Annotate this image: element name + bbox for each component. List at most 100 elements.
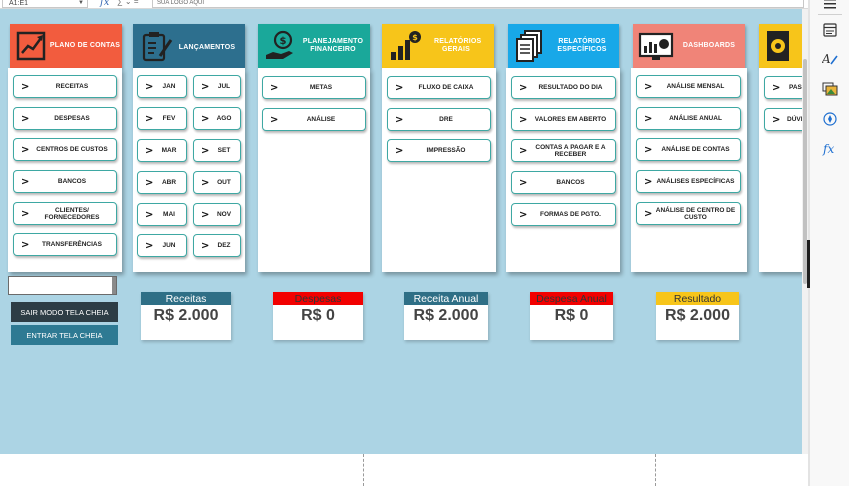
button-label: BANCOS — [57, 178, 87, 185]
button-fluxo-de-caixa[interactable]: > FLUXO DE CAIXA — [387, 76, 491, 99]
summary-value: R$ 2.000 — [413, 307, 479, 324]
month-abr-button[interactable]: > ABR — [137, 171, 187, 194]
button-bancos[interactable]: > BANCOS — [13, 170, 117, 193]
button-label: PAS — [789, 84, 802, 91]
navigator-icon[interactable] — [820, 109, 840, 129]
button-duvidas[interactable]: > DÚVI — [764, 108, 804, 131]
chevron-right-icon: > — [270, 81, 279, 93]
category-title: PLANEJAMENTO FINANCEIRO — [302, 38, 364, 53]
combo-box[interactable] — [8, 276, 117, 295]
chevron-right-icon: > — [21, 175, 30, 187]
chevron-right-icon: > — [145, 176, 154, 188]
button-label: JUL — [217, 83, 231, 90]
summary-value: R$ 2.000 — [665, 307, 730, 324]
page-break-line — [363, 454, 364, 486]
category-planejamento[interactable]: $ PLANEJAMENTO FINANCEIRO — [258, 24, 370, 68]
gallery-icon[interactable] — [820, 79, 840, 99]
category-dashboards[interactable]: DASHBOARDS — [633, 24, 745, 68]
properties-icon[interactable] — [820, 20, 840, 40]
chevron-down-icon[interactable]: ▼ — [78, 0, 84, 8]
button-contas-pagar-receber[interactable]: > CONTAS A PAGAR E A RECEBER — [511, 139, 616, 162]
month-out-button[interactable]: > OUT — [193, 171, 241, 194]
category-title: PLANO DE CONTAS — [49, 42, 121, 49]
button-resultado-do-dia[interactable]: > RESULTADO DO DIA — [511, 76, 616, 99]
summary-title: Receitas — [141, 292, 231, 305]
enter-fullscreen-button[interactable]: ENTRAR TELA CHEIA — [11, 325, 118, 345]
button-label: FEV — [162, 115, 176, 122]
exit-fullscreen-button[interactable]: SAIR MODO TELA CHEIA — [11, 302, 118, 322]
month-nov-button[interactable]: > NOV — [193, 203, 241, 226]
hand-coin-icon: $ — [266, 30, 293, 59]
button-analise-centro-de-custo[interactable]: > ANÁLISE DE CENTRO DE CUSTO — [636, 202, 741, 225]
button-label: NOV — [216, 211, 232, 218]
button-analise-de-contas[interactable]: > ANÁLISE DE CONTAS — [636, 138, 741, 161]
month-dez-button[interactable]: > DEZ — [193, 234, 241, 257]
name-box-value: A1:E1 — [9, 0, 29, 7]
autosum-icon[interactable]: ∑ ⌄ = — [117, 0, 139, 6]
function-icon[interactable]: fx — [100, 0, 109, 8]
button-bancos-especificos[interactable]: > BANCOS — [511, 171, 616, 194]
button-analise-mensal[interactable]: > ANÁLISE MENSAL — [636, 75, 741, 98]
functions-icon[interactable]: fx — [820, 139, 840, 159]
svg-text:A: A — [822, 52, 831, 66]
dropdown-handle[interactable] — [112, 277, 116, 294]
button-analise[interactable]: > ANÁLISE — [262, 108, 366, 131]
name-box[interactable]: A1:E1 ▼ — [2, 0, 88, 8]
summary-card-resultado: Resultado R$ 2.000 — [656, 292, 739, 340]
button-despesas[interactable]: > DESPESAS — [13, 107, 117, 130]
chevron-right-icon: > — [644, 207, 653, 219]
button-label: TRANSFERÊNCIAS — [42, 241, 102, 248]
button-clientes-fornecedores[interactable]: > CLIENTES/ FORNECEDORES — [13, 202, 117, 225]
category-relatorios-especificos[interactable]: RELATÓRIOS ESPECÍFICOS — [508, 24, 619, 68]
summary-title: Despesas — [273, 292, 363, 305]
summary-card-receita-anual: Receita Anual R$ 2.000 — [404, 292, 488, 340]
chevron-right-icon: > — [21, 207, 30, 219]
month-jun-button[interactable]: > JUN — [137, 234, 187, 257]
button-label: RESULTADO DO DIA — [538, 84, 603, 91]
button-formas-de-pagamento[interactable]: > FORMAS DE PGTO. — [511, 203, 616, 226]
month-fev-button[interactable]: > FEV — [137, 107, 187, 130]
month-jan-button[interactable]: > JAN — [137, 75, 187, 98]
month-mai-button[interactable]: > MAI — [137, 203, 187, 226]
styles-icon[interactable]: A — [820, 49, 840, 69]
button-label: MAR — [161, 147, 177, 154]
month-set-button[interactable]: > SET — [193, 139, 241, 162]
summary-card-despesa-anual: Despesa Anual R$ 0 — [530, 292, 613, 340]
category-relatorios-gerais[interactable]: $ RELATÓRIOS GERAIS — [382, 24, 494, 68]
svg-text:fx: fx — [822, 142, 834, 156]
button-centros-de-custos[interactable]: > CENTROS DE CUSTOS — [13, 138, 117, 161]
sheet-below — [0, 454, 808, 486]
button-analise-anual[interactable]: > ANÁLISE ANUAL — [636, 107, 741, 130]
month-mar-button[interactable]: > MAR — [137, 139, 187, 162]
button-analises-especificas[interactable]: > ANÁLISES ESPECÍFICAS — [636, 170, 741, 193]
button-impressao[interactable]: > IMPRESSÃO — [387, 139, 491, 162]
button-dre[interactable]: > DRE — [387, 108, 491, 131]
category-plano-de-contas[interactable]: PLANO DE CONTAS — [10, 24, 122, 68]
button-label: ANÁLISE ANUAL — [669, 115, 722, 122]
button-label: IMPRESSÃO — [426, 147, 466, 154]
month-ago-button[interactable]: > AGO — [193, 107, 241, 130]
button-metas[interactable]: > METAS — [262, 76, 366, 99]
chevron-right-icon: > — [395, 81, 404, 93]
category-lancamentos[interactable]: LANÇAMENTOS — [133, 24, 245, 68]
category-configuracoes[interactable] — [759, 24, 802, 68]
button-transferencias[interactable]: > TRANSFERÊNCIAS — [13, 233, 117, 256]
page-break-line — [655, 454, 656, 486]
month-jul-button[interactable]: > JUL — [193, 75, 241, 98]
formula-input[interactable]: SUA LOGO AQUI — [152, 0, 804, 8]
button-passo-a-passo[interactable]: > PAS — [764, 76, 804, 99]
button-valores-em-aberto[interactable]: > VALORES EM ABERTO — [511, 108, 616, 131]
button-label: FORMAS DE PGTO. — [540, 211, 601, 218]
chevron-right-icon: > — [21, 80, 30, 92]
summary-title: Despesa Anual — [530, 292, 613, 305]
button-label: ABR — [161, 179, 177, 186]
hamburger-menu-icon[interactable] — [820, 0, 840, 14]
category-title: DASHBOARDS — [682, 42, 736, 49]
documents-icon — [516, 30, 542, 62]
button-receitas[interactable]: > RECEITAS — [13, 75, 117, 98]
chevron-right-icon: > — [201, 80, 210, 92]
chevron-right-icon: > — [145, 208, 154, 220]
button-label: OUT — [217, 179, 231, 186]
category-title: RELATÓRIOS ESPECÍFICOS — [557, 38, 607, 53]
settings-book-icon — [767, 31, 789, 61]
